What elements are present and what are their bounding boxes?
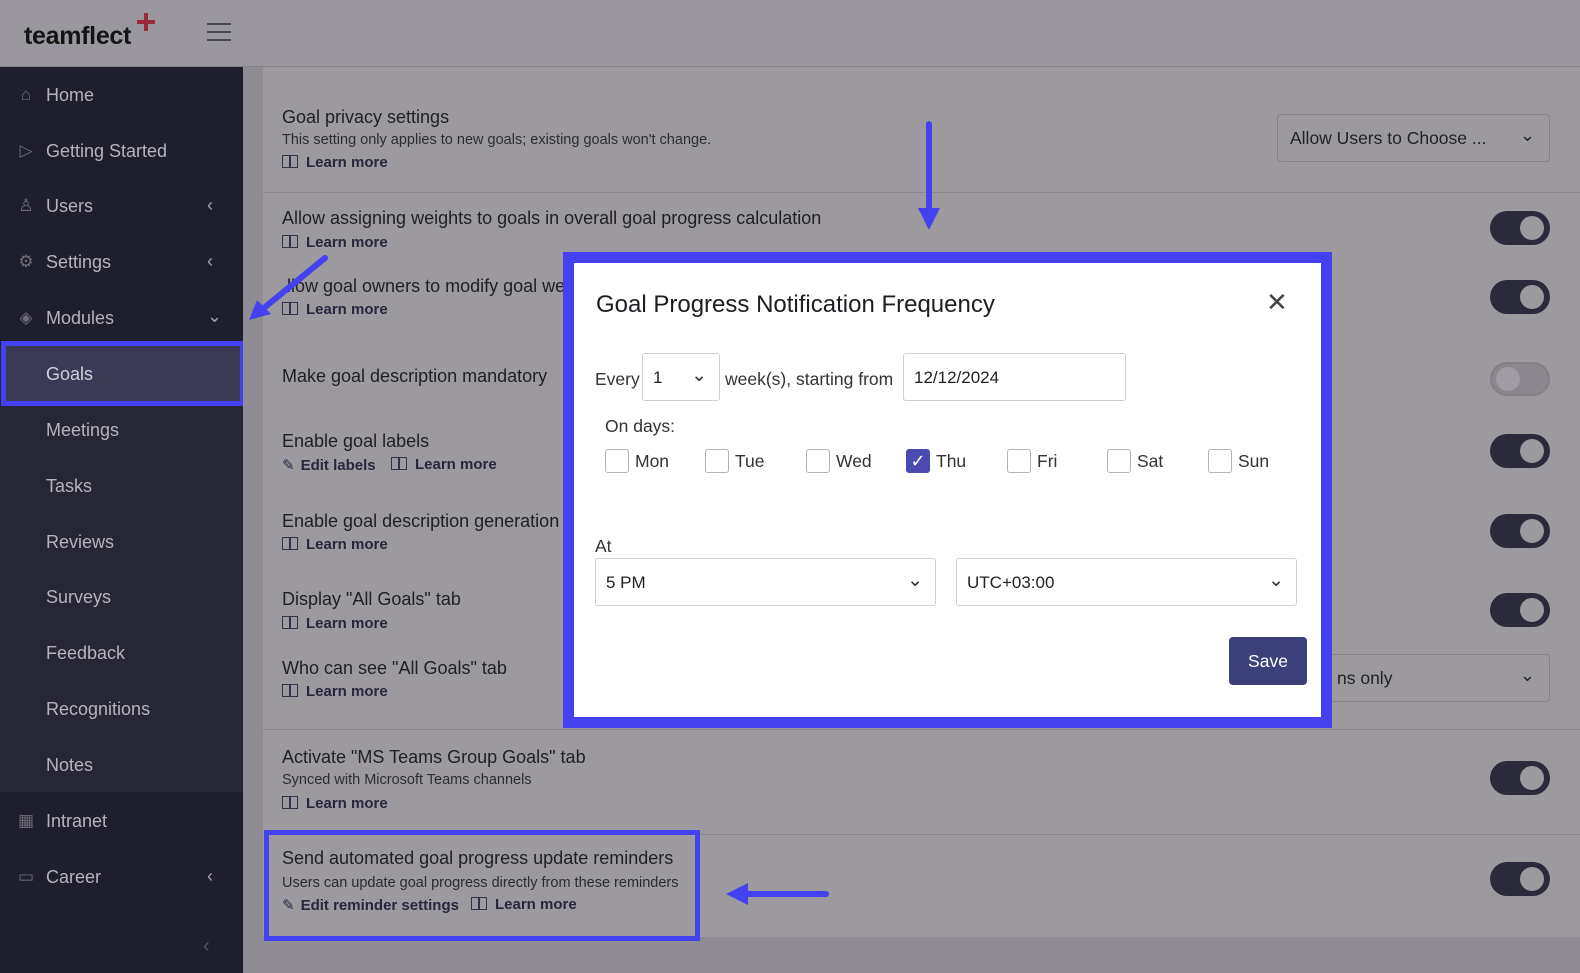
sidebar-item-goals[interactable]: Goals bbox=[0, 346, 243, 402]
checkbox-icon bbox=[806, 449, 830, 473]
collapse-sidebar-icon[interactable]: ‹ bbox=[203, 935, 210, 958]
reminders-highlight-box bbox=[264, 830, 700, 941]
dialog-title: Goal Progress Notification Frequency bbox=[596, 291, 995, 318]
book-icon bbox=[391, 457, 407, 470]
learn-more-link[interactable]: Learn more bbox=[282, 683, 388, 700]
generation-toggle[interactable] bbox=[1490, 514, 1550, 548]
setting-title: Enable goal description generation w bbox=[282, 511, 578, 531]
checkbox-icon bbox=[605, 449, 629, 473]
sidebar-item-career[interactable]: ▭ Career ‹ bbox=[0, 849, 243, 905]
home-icon: ⌂ bbox=[20, 85, 32, 104]
checkmark-icon: ✓ bbox=[906, 449, 930, 473]
weeks-label: week(s), starting from bbox=[725, 369, 894, 389]
learn-more-link[interactable]: Learn more bbox=[282, 154, 388, 171]
chevron-left-icon: ‹ bbox=[207, 251, 213, 271]
book-icon bbox=[282, 155, 298, 168]
learn-more-link[interactable]: Learn more bbox=[282, 615, 388, 632]
every-label: Every bbox=[595, 369, 640, 389]
chevron-down-icon: ⌄ bbox=[1519, 125, 1535, 145]
weights-toggle[interactable] bbox=[1490, 211, 1550, 245]
setting-description: Synced with Microsoft Teams channels bbox=[282, 772, 532, 788]
teamflect-logo[interactable]: teamflect bbox=[24, 22, 131, 51]
on-days-label: On days: bbox=[605, 416, 676, 436]
book-icon bbox=[282, 235, 298, 248]
setting-title: Who can see "All Goals" tab bbox=[282, 658, 507, 678]
setting-title: Make goal description mandatory bbox=[282, 366, 548, 386]
learn-more-link[interactable]: Learn more bbox=[282, 234, 388, 251]
ms-teams-toggle[interactable] bbox=[1490, 761, 1550, 795]
start-date-input[interactable]: 12/12/2024 bbox=[903, 353, 1126, 401]
chevron-down-icon: ⌄ bbox=[207, 306, 223, 326]
sidebar-item-users[interactable]: ♙ Users ‹ bbox=[0, 178, 243, 234]
learn-more-link[interactable]: Learn more bbox=[282, 536, 388, 553]
chevron-left-icon: ‹ bbox=[207, 866, 213, 886]
sidebar-item-getting-started[interactable]: ▷ Getting Started bbox=[0, 123, 243, 179]
hamburger-menu-icon[interactable] bbox=[207, 23, 231, 43]
setting-description: This setting only applies to new goals; … bbox=[282, 132, 712, 148]
sidebar: ⌂ Home ▷ Getting Started ♙ Users ‹ ⚙ Set… bbox=[0, 67, 245, 973]
at-label: At bbox=[595, 536, 612, 556]
save-button[interactable]: Save bbox=[1229, 637, 1307, 685]
gem-icon: ◈ bbox=[19, 308, 33, 327]
every-select[interactable]: 1 ⌄ bbox=[642, 353, 720, 401]
sidebar-item-notes[interactable]: Notes bbox=[0, 737, 243, 793]
sidebar-item-surveys[interactable]: Surveys bbox=[0, 569, 243, 625]
arrow-annotation-icon bbox=[726, 883, 829, 905]
pencil-icon: ✎ bbox=[282, 457, 295, 474]
sidebar-item-tasks[interactable]: Tasks bbox=[0, 458, 243, 514]
setting-title: Display "All Goals" tab bbox=[282, 589, 461, 609]
learn-more-link[interactable]: Learn more bbox=[391, 456, 497, 473]
sidebar-item-meetings[interactable]: Meetings bbox=[0, 402, 243, 458]
sidebar-item-home[interactable]: ⌂ Home bbox=[0, 67, 243, 123]
sidebar-item-modules[interactable]: ◈ Modules ⌄ bbox=[0, 290, 243, 346]
setting-title: Activate "MS Teams Group Goals" tab bbox=[282, 747, 586, 767]
book-icon bbox=[282, 537, 298, 550]
sidebar-item-feedback[interactable]: Feedback bbox=[0, 625, 243, 681]
notification-frequency-dialog: Goal Progress Notification Frequency ✕ E… bbox=[574, 263, 1321, 717]
setting-title: Enable goal labels bbox=[282, 431, 430, 451]
goal-privacy-select[interactable]: Allow Users to Choose ... ⌄ bbox=[1277, 114, 1550, 162]
user-icon: ♙ bbox=[18, 196, 34, 215]
sidebar-item-settings[interactable]: ⚙ Settings ‹ bbox=[0, 234, 243, 290]
close-icon[interactable]: ✕ bbox=[1266, 289, 1288, 315]
description-mandatory-toggle[interactable] bbox=[1490, 362, 1550, 396]
labels-toggle[interactable] bbox=[1490, 434, 1550, 468]
checkbox-icon bbox=[705, 449, 729, 473]
reminders-toggle[interactable] bbox=[1490, 862, 1550, 896]
sidebar-item-intranet[interactable]: ▦ Intranet bbox=[0, 793, 243, 849]
chevron-left-icon: ‹ bbox=[207, 195, 213, 215]
arrow-annotation-icon bbox=[249, 255, 328, 320]
chevron-down-icon: ⌄ bbox=[907, 570, 923, 591]
learn-more-link[interactable]: Learn more bbox=[282, 795, 388, 812]
arrow-annotation-icon bbox=[918, 121, 940, 230]
sidebar-item-reviews[interactable]: Reviews bbox=[0, 514, 243, 570]
timezone-select[interactable]: UTC+03:00 ⌄ bbox=[956, 558, 1297, 606]
book-icon bbox=[282, 616, 298, 629]
owners-modify-toggle[interactable] bbox=[1490, 280, 1550, 314]
book-icon bbox=[282, 796, 298, 809]
edit-labels-link[interactable]: ✎ Edit labels bbox=[282, 456, 376, 474]
book-icon bbox=[282, 684, 298, 697]
logo-plus-icon bbox=[136, 12, 156, 32]
chevron-down-icon: ⌄ bbox=[1268, 570, 1284, 591]
top-bar: teamflect bbox=[0, 0, 1580, 67]
chevron-down-icon: ⌄ bbox=[691, 365, 707, 386]
briefcase-icon: ▭ bbox=[17, 867, 35, 886]
checkbox-icon bbox=[1107, 449, 1131, 473]
building-icon: ▦ bbox=[17, 811, 35, 830]
all-goals-tab-toggle[interactable] bbox=[1490, 593, 1550, 627]
setting-title: Allow assigning weights to goals in over… bbox=[282, 208, 822, 228]
time-select[interactable]: 5 PM ⌄ bbox=[595, 558, 936, 606]
sidebar-item-recognitions[interactable]: Recognitions bbox=[0, 681, 243, 737]
play-icon: ▷ bbox=[19, 141, 33, 160]
setting-title: Goal privacy settings bbox=[282, 107, 450, 127]
checkbox-icon bbox=[1208, 449, 1232, 473]
gear-icon: ⚙ bbox=[18, 252, 34, 271]
checkbox-icon bbox=[1007, 449, 1031, 473]
chevron-down-icon: ⌄ bbox=[1519, 665, 1535, 685]
divider bbox=[263, 729, 1580, 730]
